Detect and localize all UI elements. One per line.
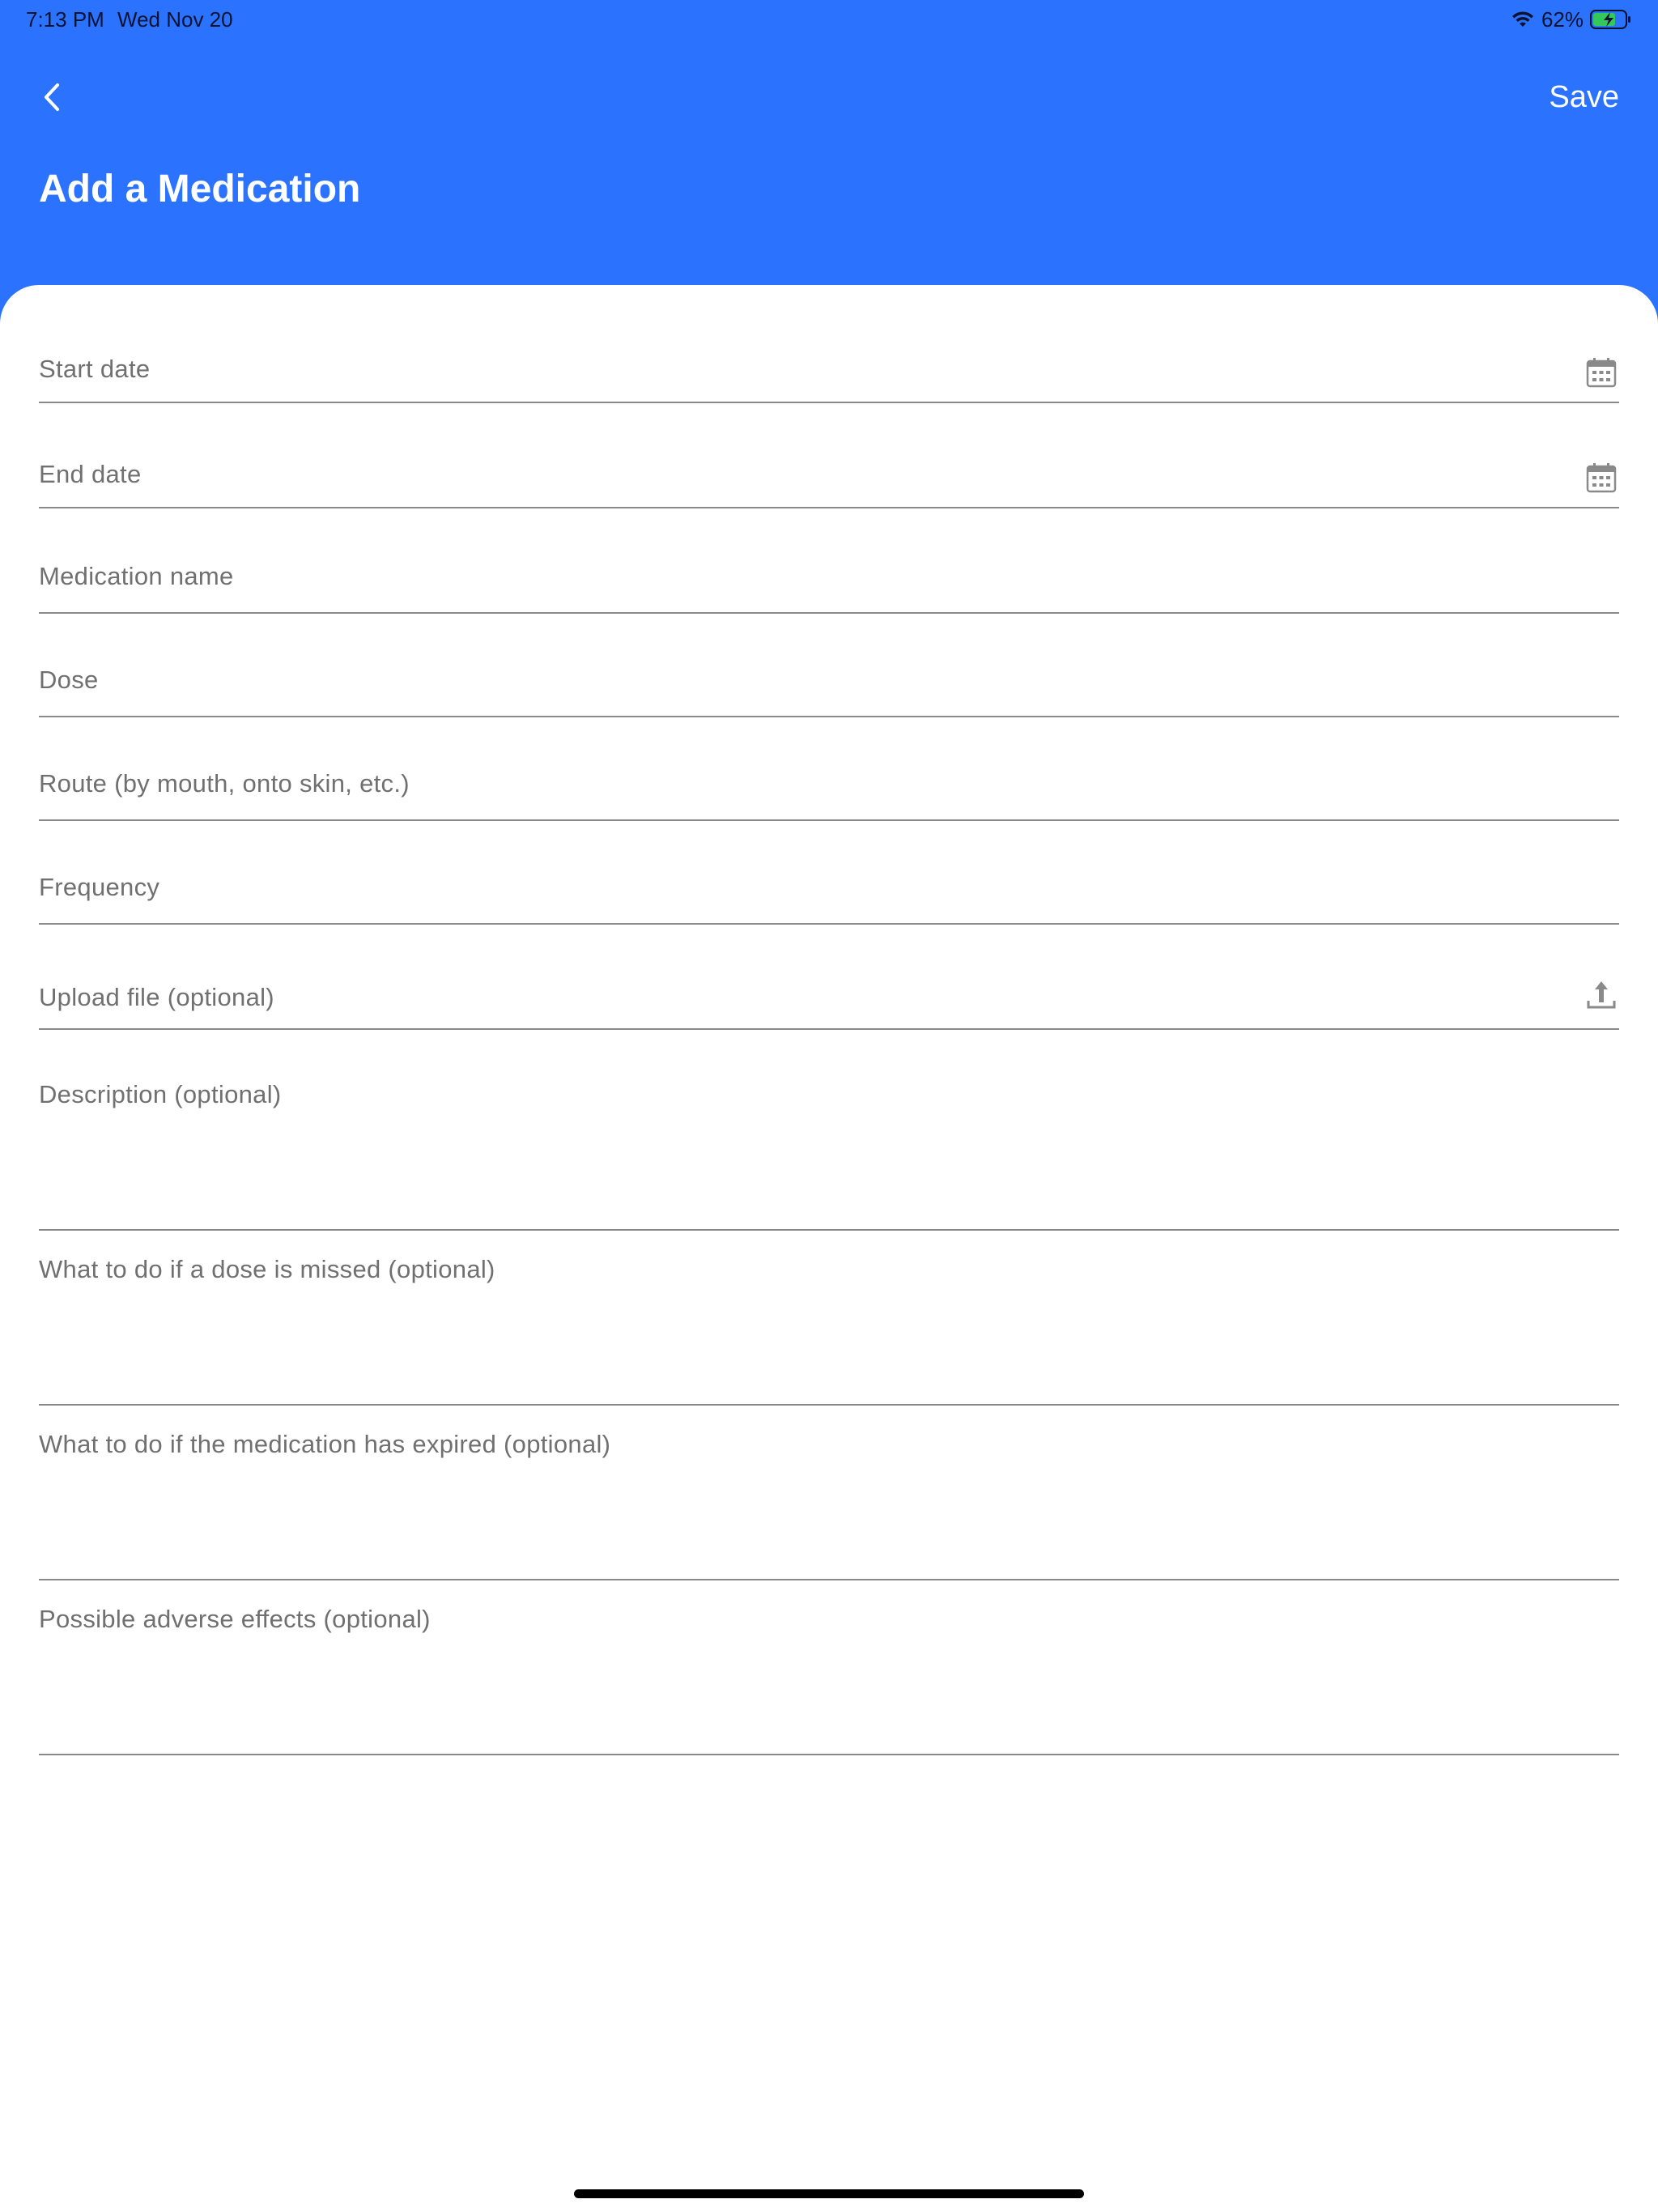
start-date-label: Start date xyxy=(39,355,151,383)
chevron-left-icon xyxy=(45,83,59,111)
save-button[interactable]: Save xyxy=(1549,78,1619,117)
battery-charging-icon xyxy=(1590,10,1630,29)
expired-medication-field[interactable]: What to do if the medication has expired… xyxy=(39,1422,1619,1580)
calendar-icon[interactable] xyxy=(1585,356,1618,389)
adverse-effects-field[interactable]: Possible adverse effects (optional) xyxy=(39,1597,1619,1755)
medication-name-field[interactable]: Medication name xyxy=(39,549,1619,614)
header-bar: 7:13 PM Wed Nov 20 62% Save Add a Medica… xyxy=(0,0,1658,324)
route-field[interactable]: Route (by mouth, onto skin, etc.) xyxy=(39,756,1619,821)
description-field[interactable]: Description (optional) xyxy=(39,1072,1619,1231)
frequency-field[interactable]: Frequency xyxy=(39,860,1619,925)
start-date-field[interactable]: Start date xyxy=(39,338,1619,403)
back-button[interactable] xyxy=(32,78,71,117)
form-sheet: Start date End date Medication name Dose… xyxy=(0,285,1658,2212)
calendar-icon[interactable] xyxy=(1585,462,1618,494)
expired-medication-label: What to do if the medication has expired… xyxy=(39,1430,611,1458)
end-date-field[interactable]: End date xyxy=(39,444,1619,508)
frequency-label: Frequency xyxy=(39,873,160,901)
status-indicators: 62% xyxy=(1511,7,1632,32)
upload-file-field[interactable]: Upload file (optional) xyxy=(39,963,1619,1030)
missed-dose-label: What to do if a dose is missed (optional… xyxy=(39,1255,495,1283)
description-label: Description (optional) xyxy=(39,1080,282,1108)
wifi-icon xyxy=(1511,11,1533,27)
battery-percentage: 62% xyxy=(1541,6,1584,32)
page-title: Add a Medication xyxy=(39,168,361,211)
upload-icon[interactable] xyxy=(1585,978,1618,1010)
home-indicator[interactable] xyxy=(574,2189,1084,2198)
end-date-label: End date xyxy=(39,460,142,488)
dose-label: Dose xyxy=(39,666,99,694)
adverse-effects-label: Possible adverse effects (optional) xyxy=(39,1605,431,1633)
status-date: Wed Nov 20 xyxy=(117,7,233,32)
medication-name-label: Medication name xyxy=(39,562,234,590)
dose-field[interactable]: Dose xyxy=(39,653,1619,717)
route-label: Route (by mouth, onto skin, etc.) xyxy=(39,769,410,798)
status-time: 7:13 PM xyxy=(26,7,104,32)
upload-file-label: Upload file (optional) xyxy=(39,983,274,1011)
missed-dose-field[interactable]: What to do if a dose is missed (optional… xyxy=(39,1247,1619,1406)
status-bar: 7:13 PM Wed Nov 20 62% xyxy=(0,0,1658,39)
